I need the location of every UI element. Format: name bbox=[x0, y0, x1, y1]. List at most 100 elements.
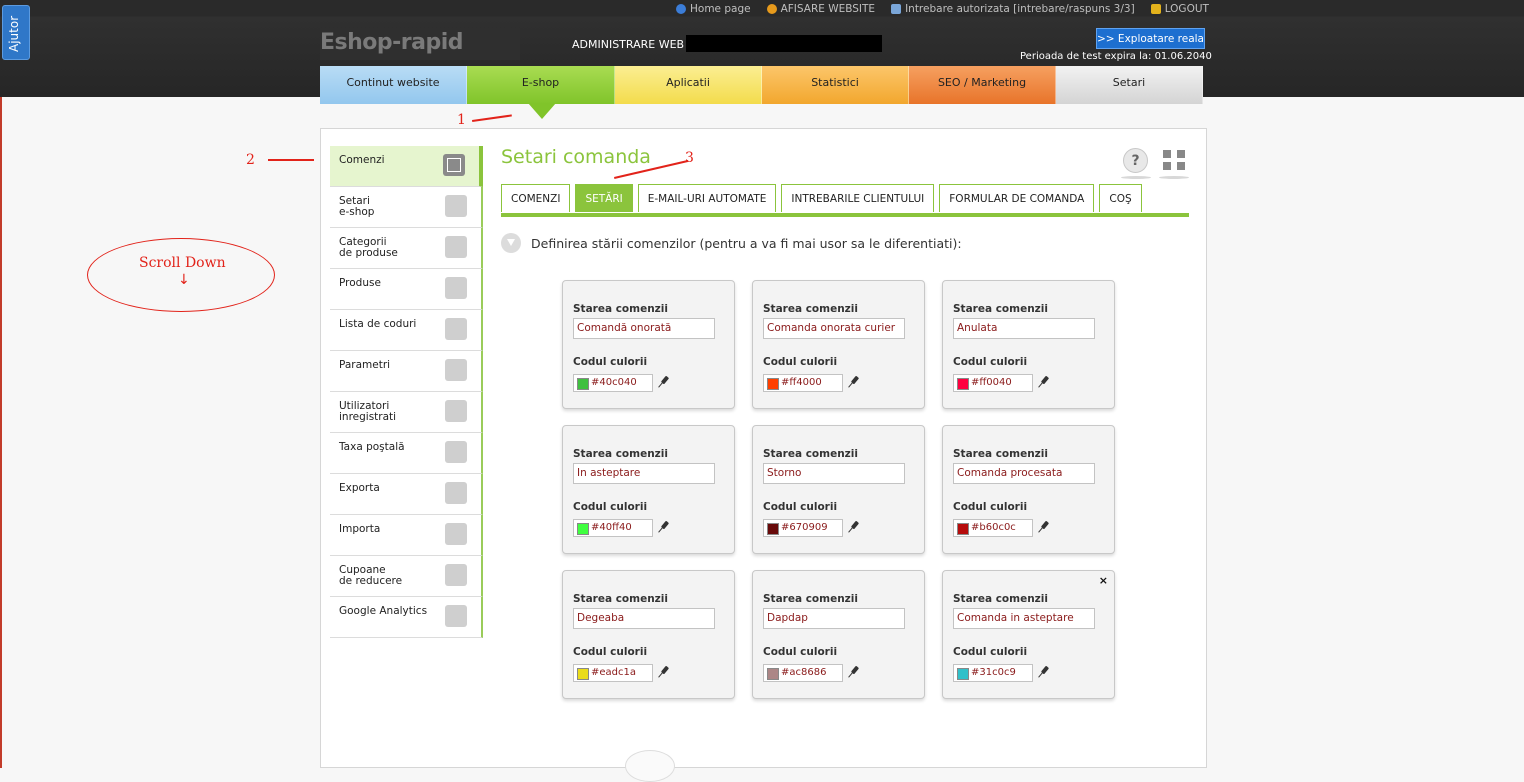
order-state-card: Starea comenzii Comanda onorata curier Cod… bbox=[752, 280, 925, 409]
tab-emailuri-automate[interactable]: E-MAIL-URI AUTOMATE bbox=[637, 184, 777, 212]
home-page-link-label[interactable]: Home page bbox=[690, 3, 751, 15]
tab-setari[interactable]: SETĂRI bbox=[575, 184, 633, 212]
color-swatch bbox=[577, 378, 589, 390]
eyedropper-icon[interactable] bbox=[849, 376, 859, 388]
sidebar-item-utilizatori[interactable]: Utilizatori inregistrati bbox=[330, 392, 483, 433]
nav-tab-statistici[interactable]: Statistici bbox=[762, 66, 909, 104]
sidebar-item-setari-eshop[interactable]: Setari e-shop bbox=[330, 187, 483, 228]
truck-icon bbox=[445, 441, 467, 463]
tag-icon bbox=[445, 564, 467, 586]
sidebar-item-importa[interactable]: Importa bbox=[330, 515, 483, 556]
home-page-link[interactable]: Home page bbox=[676, 2, 751, 16]
definition-text: Definirea stării comenzilor (pentru a va… bbox=[531, 235, 962, 251]
edit-icon bbox=[443, 154, 465, 176]
page-title: Setari comanda bbox=[501, 146, 651, 168]
annotation-2: 2 bbox=[246, 152, 255, 168]
eyedropper-icon[interactable] bbox=[659, 521, 669, 533]
order-state-card: Starea comenzii Anulata Codul culorii #ff00… bbox=[942, 280, 1115, 409]
color-code-input[interactable]: #eadc1a bbox=[573, 664, 653, 682]
state-name-input[interactable]: Comanda in asteptare bbox=[953, 608, 1095, 629]
color-code-input[interactable]: #ff0040 bbox=[953, 374, 1033, 392]
sidebar-item-lista-coduri[interactable]: Lista de coduri bbox=[330, 310, 483, 351]
tab-intrebarile-clientului[interactable]: INTREBARILE CLIENTULUI bbox=[781, 184, 935, 212]
state-name-input[interactable]: Degeaba bbox=[573, 608, 715, 629]
eyedropper-icon[interactable] bbox=[659, 376, 669, 388]
color-code-input[interactable]: #670909 bbox=[763, 519, 843, 537]
nav-tab-seo-marketing[interactable]: SEO / Marketing bbox=[909, 66, 1056, 104]
sidebar-item-categorii[interactable]: Categorii de produse bbox=[330, 228, 483, 269]
logout-link[interactable]: LOGOUT bbox=[1150, 2, 1209, 16]
nav-tab-eshop[interactable]: E-shop bbox=[467, 66, 615, 104]
order-state-card: Starea comenzii Comanda in asteptare Codul… bbox=[942, 570, 1115, 699]
help-icon-shadow bbox=[1121, 176, 1151, 179]
lock-icon bbox=[1150, 4, 1161, 14]
main-nav: Continut website E-shop Aplicatii Statis… bbox=[320, 66, 1206, 104]
color-code-input[interactable]: #b60c0c bbox=[953, 519, 1033, 537]
help-side-tab[interactable]: Ajutor bbox=[2, 5, 30, 60]
sidebar-item-label: Importa bbox=[339, 523, 381, 535]
active-tab-pointer bbox=[528, 103, 556, 119]
state-label: Starea comenzii bbox=[573, 303, 668, 315]
sidebar-item-taxa-postala[interactable]: Taxa poştală bbox=[330, 433, 483, 474]
logout-link-label[interactable]: LOGOUT bbox=[1165, 3, 1209, 15]
sidebar-item-parametri[interactable]: Parametri bbox=[330, 351, 483, 392]
state-label: Starea comenzii bbox=[953, 303, 1048, 315]
intrebare-link-label[interactable]: Intrebare autorizata [intrebare/raspuns … bbox=[905, 3, 1135, 15]
help-icon[interactable]: ? bbox=[1123, 148, 1148, 173]
eyedropper-icon[interactable] bbox=[1039, 376, 1049, 388]
state-label: Starea comenzii bbox=[953, 448, 1048, 460]
color-code-value: #ff4000 bbox=[781, 377, 822, 388]
color-code-input[interactable]: #ff4000 bbox=[763, 374, 843, 392]
color-code-input[interactable]: #40ff40 bbox=[573, 519, 653, 537]
color-label: Codul culorii bbox=[953, 501, 1028, 513]
eyedropper-icon[interactable] bbox=[1039, 666, 1049, 678]
state-label: Starea comenzii bbox=[573, 593, 668, 605]
state-name-input[interactable]: In asteptare bbox=[573, 463, 715, 484]
color-label: Codul culorii bbox=[573, 646, 648, 658]
eyedropper-icon[interactable] bbox=[849, 666, 859, 678]
color-code-value: #40c040 bbox=[591, 377, 637, 388]
upload-icon bbox=[445, 482, 467, 504]
state-name-input[interactable]: Comandă onorată bbox=[573, 318, 715, 339]
close-icon[interactable]: × bbox=[1099, 574, 1108, 587]
color-swatch bbox=[767, 378, 779, 390]
cube-icon bbox=[445, 277, 467, 299]
sidebar-item-cupoane[interactable]: Cupoane de reducere bbox=[330, 556, 483, 597]
exploatare-reala-button[interactable]: >> Exploatare reala bbox=[1096, 28, 1205, 49]
annotation-2-line bbox=[268, 159, 314, 161]
order-state-card: Starea comenzii Comanda procesata Codul cu… bbox=[942, 425, 1115, 554]
sidebar-item-comenzi[interactable]: Comenzi bbox=[330, 146, 483, 187]
nav-tab-setari[interactable]: Setari bbox=[1056, 66, 1203, 104]
state-name-input[interactable]: Comanda procesata bbox=[953, 463, 1095, 484]
color-label: Codul culorii bbox=[573, 501, 648, 513]
state-name-input[interactable]: Anulata bbox=[953, 318, 1095, 339]
color-code-input[interactable]: #40c040 bbox=[573, 374, 653, 392]
eyedropper-icon[interactable] bbox=[849, 521, 859, 533]
intrebare-link[interactable]: Intrebare autorizata [intrebare/raspuns … bbox=[891, 2, 1135, 16]
order-state-card: Starea comenzii Degeaba Codul culorii #eadc… bbox=[562, 570, 735, 699]
tab-comenzi[interactable]: COMENZI bbox=[501, 184, 571, 212]
eyedropper-icon[interactable] bbox=[659, 666, 669, 678]
afisare-website-link-label[interactable]: AFISARE WEBSITE bbox=[781, 3, 875, 15]
tab-cos[interactable]: COŞ bbox=[1099, 184, 1142, 212]
state-name-input[interactable]: Storno bbox=[763, 463, 905, 484]
color-swatch bbox=[957, 523, 969, 535]
order-state-card: Starea comenzii In asteptare Codul culorii… bbox=[562, 425, 735, 554]
afisare-website-link[interactable]: AFISARE WEBSITE bbox=[766, 2, 875, 16]
nav-tab-continut-website[interactable]: Continut website bbox=[320, 66, 467, 104]
nav-tab-aplicatii[interactable]: Aplicatii bbox=[615, 66, 762, 104]
sidebar-item-label: Produse bbox=[339, 277, 381, 289]
state-name-input[interactable]: Comanda onorata curier bbox=[763, 318, 905, 339]
sidebar-item-produse[interactable]: Produse bbox=[330, 269, 483, 310]
color-code-input[interactable]: #ac8686 bbox=[763, 664, 843, 682]
sidebar-item-google-analytics[interactable]: Google Analytics bbox=[330, 597, 483, 638]
redacted-site-name bbox=[686, 35, 882, 52]
state-label: Starea comenzii bbox=[763, 448, 858, 460]
fullscreen-icon[interactable] bbox=[1163, 150, 1185, 170]
color-code-input[interactable]: #31c0c9 bbox=[953, 664, 1033, 682]
tab-formular-de-comanda[interactable]: FORMULAR DE COMANDA bbox=[939, 184, 1095, 212]
state-name-input[interactable]: Dapdap bbox=[763, 608, 905, 629]
expand-arrow-icon[interactable] bbox=[501, 233, 521, 253]
sidebar-item-exporta[interactable]: Exporta bbox=[330, 474, 483, 515]
eyedropper-icon[interactable] bbox=[1039, 521, 1049, 533]
